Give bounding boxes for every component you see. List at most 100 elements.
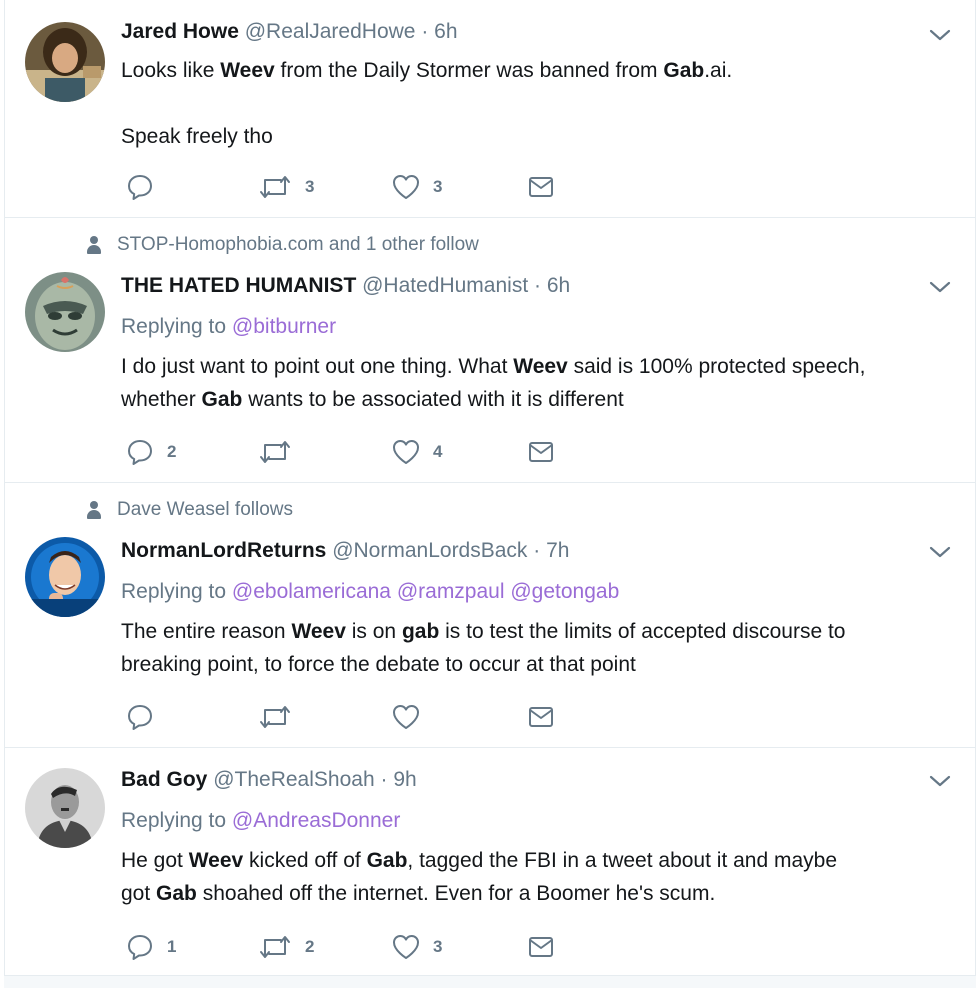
timestamp[interactable]: 6h: [547, 274, 570, 297]
tweet-text: The entire reason Weev is on gab is to t…: [121, 615, 971, 681]
chevron-down-icon[interactable]: [929, 28, 951, 42]
author-handle[interactable]: @NormanLordsBack: [332, 539, 527, 562]
tweet-text: I do just want to point out one thing. W…: [121, 350, 971, 416]
tweet-text-segment: I do just want to point out one thing. W…: [121, 355, 514, 378]
author-handle[interactable]: @TheRealShoah: [213, 768, 374, 791]
like-button[interactable]: 4: [391, 437, 442, 467]
tweet[interactable]: STOP-Homophobia.com and 1 other follow T…: [5, 218, 975, 483]
replying-to: Replying to @ebolamericana @ramzpaul @ge…: [121, 580, 619, 604]
mention-link[interactable]: @ramzpaul: [397, 580, 505, 603]
chevron-down-icon[interactable]: [929, 774, 951, 788]
direct-message-button[interactable]: [527, 437, 555, 467]
tweet-actions: 1 2 3: [125, 932, 585, 962]
highlighted-term: gab: [401, 620, 440, 643]
direct-message-button[interactable]: [527, 932, 555, 962]
mention-link[interactable]: @bitburner: [232, 315, 336, 338]
tweet[interactable]: Bad Goy @TheRealShoah · 9h Replying to @…: [5, 748, 975, 976]
mention-link[interactable]: @getongab: [510, 580, 619, 603]
reply-button[interactable]: 1: [125, 932, 176, 962]
tweet-actions: 2 4: [125, 437, 585, 467]
tweet-text-segment: Looks like: [121, 59, 221, 82]
retweet-count: 3: [305, 177, 315, 196]
tweet-text-segment: breaking point, to force the debate to o…: [121, 653, 636, 676]
heart-icon: [393, 935, 419, 959]
reply-count: 1: [167, 937, 177, 956]
envelope-icon: [529, 937, 553, 957]
mention-link[interactable]: @AndreasDonner: [232, 809, 400, 832]
avatar-image: [25, 22, 105, 102]
reply-icon: [128, 440, 152, 465]
author-name[interactable]: Bad Goy: [121, 768, 207, 791]
tweet-text-segment: Speak freely tho: [121, 125, 273, 148]
reply-button[interactable]: [125, 172, 167, 202]
retweet-button[interactable]: [257, 702, 305, 732]
avatar-image: [25, 768, 105, 848]
tweet-actions: [125, 702, 585, 732]
tweet-text-segment: shoahed off the internet. Even for a Boo…: [196, 882, 716, 905]
highlighted-term: Gab: [366, 849, 408, 872]
author-handle[interactable]: @HatedHumanist: [362, 274, 528, 297]
like-count: 3: [433, 177, 443, 196]
direct-message-button[interactable]: [527, 172, 555, 202]
avatar[interactable]: [25, 537, 105, 617]
person-icon: [85, 500, 103, 520]
reply-button[interactable]: [125, 702, 167, 732]
social-context-text[interactable]: STOP-Homophobia.com and 1 other follow: [117, 234, 479, 256]
like-button[interactable]: 3: [391, 932, 442, 962]
social-context-text[interactable]: Dave Weasel follows: [117, 499, 293, 521]
mention-link[interactable]: @ebolamericana: [232, 580, 391, 603]
social-context: Dave Weasel follows: [85, 499, 293, 521]
avatar[interactable]: [25, 768, 105, 848]
avatar[interactable]: [25, 272, 105, 352]
separator-dot: ·: [421, 20, 429, 43]
tweet[interactable]: Jared Howe @RealJaredHowe · 6h Looks lik…: [5, 0, 975, 218]
retweet-icon: [260, 441, 290, 463]
tweet-text: Looks like Weev from the Daily Stormer w…: [121, 54, 971, 153]
replying-to-label: Replying to: [121, 809, 227, 832]
tweet-text-segment: from the Daily Stormer was banned from: [274, 59, 664, 82]
separator-dot: ·: [533, 539, 541, 562]
author-name[interactable]: NormanLordReturns: [121, 539, 326, 562]
reply-icon: [128, 935, 152, 960]
avatar[interactable]: [25, 22, 105, 102]
like-count: 4: [433, 442, 443, 461]
highlighted-term: Gab: [156, 882, 197, 905]
retweet-button[interactable]: 3: [257, 172, 314, 202]
author-name[interactable]: THE HATED HUMANIST: [121, 274, 356, 297]
retweet-button[interactable]: 2: [257, 932, 314, 962]
like-button[interactable]: [391, 702, 433, 732]
replying-to: Replying to @bitburner: [121, 315, 336, 339]
timeline: Jared Howe @RealJaredHowe · 6h Looks lik…: [4, 0, 976, 988]
like-button[interactable]: 3: [391, 172, 442, 202]
retweet-icon: [260, 706, 290, 728]
retweet-button[interactable]: [257, 437, 305, 467]
highlighted-term: Weev: [188, 849, 244, 872]
tweet-text-segment: The entire reason: [121, 620, 292, 643]
highlighted-term: Gab: [663, 59, 705, 82]
timestamp[interactable]: 6h: [434, 20, 457, 43]
tweet[interactable]: Dave Weasel follows NormanLordReturns @N…: [5, 483, 975, 748]
replying-to-label: Replying to: [121, 580, 227, 603]
retweet-icon: [260, 176, 290, 198]
timestamp[interactable]: 7h: [546, 539, 569, 562]
highlighted-term: Weev: [291, 620, 346, 643]
highlighted-term: Weev: [220, 59, 275, 82]
direct-message-button[interactable]: [527, 702, 555, 732]
author-handle[interactable]: @RealJaredHowe: [245, 20, 416, 43]
tweet-actions: 3 3: [125, 172, 585, 202]
chevron-down-icon[interactable]: [929, 545, 951, 559]
envelope-icon: [529, 707, 553, 727]
like-count: 3: [433, 937, 443, 956]
timestamp[interactable]: 9h: [393, 768, 416, 791]
reply-count: 2: [167, 442, 177, 461]
tweet-text-segment: whether: [121, 388, 202, 411]
envelope-icon: [529, 442, 553, 462]
highlighted-term: Weev: [513, 355, 568, 378]
social-context: STOP-Homophobia.com and 1 other follow: [85, 234, 479, 256]
tweet-text-segment: said is 100% protected speech,: [567, 355, 866, 378]
chevron-down-icon[interactable]: [929, 280, 951, 294]
heart-icon: [393, 175, 419, 199]
reply-button[interactable]: 2: [125, 437, 176, 467]
tweet-text-segment: kicked off of: [243, 849, 367, 872]
author-name[interactable]: Jared Howe: [121, 20, 239, 43]
